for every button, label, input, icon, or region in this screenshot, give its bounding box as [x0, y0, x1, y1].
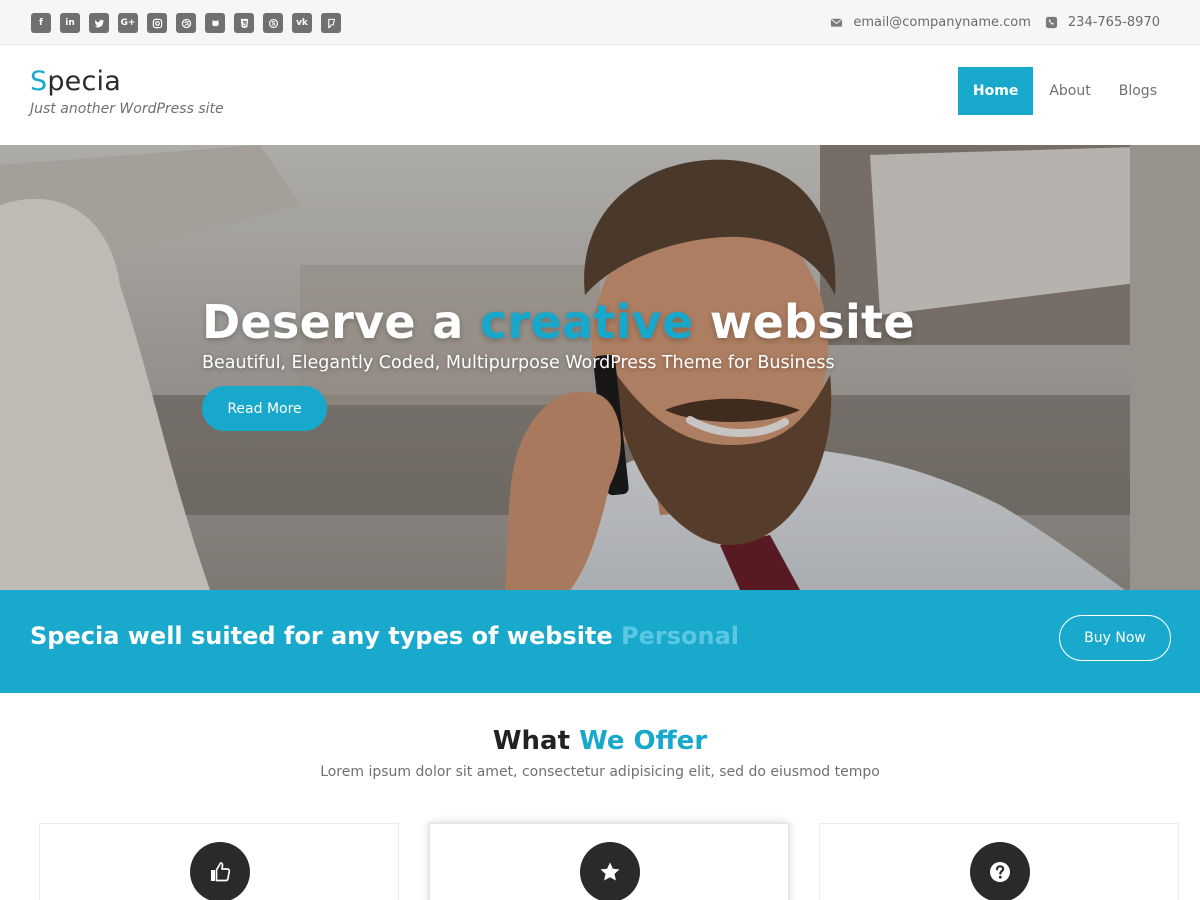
envelope-icon [831, 18, 843, 27]
email-text: email@companyname.com [853, 15, 1031, 30]
twitter-icon[interactable] [89, 13, 109, 33]
cta-text-highlight: Personal [621, 622, 740, 650]
hero-title-highlight: creative [479, 295, 694, 349]
linkedin-icon[interactable]: in [60, 13, 80, 33]
phone-contact[interactable]: 234-765-8970 [1045, 15, 1160, 30]
service-card[interactable] [39, 823, 399, 900]
nav-about[interactable]: About [1035, 67, 1104, 115]
vk-icon[interactable]: vk [292, 13, 312, 33]
site-tagline: Just another WordPress site [30, 101, 224, 117]
social-links: f in G+ S vk [31, 13, 341, 33]
phone-text: 234-765-8970 [1067, 15, 1160, 30]
svg-text:S: S [271, 20, 275, 27]
top-bar: f in G+ S vk email@companyname.com 234-7… [0, 0, 1200, 45]
skype-icon[interactable]: S [263, 13, 283, 33]
foursquare-icon[interactable] [321, 13, 341, 33]
nav-home[interactable]: Home [957, 67, 1034, 115]
call-to-action: Specia well suited for any types of webs… [0, 590, 1200, 693]
cta-text-main: Specia well suited for any types of webs… [30, 622, 622, 650]
google-plus-icon[interactable]: G+ [118, 13, 138, 33]
hero-title-after: website [693, 295, 915, 349]
main-nav: Home About Blogs [957, 67, 1171, 115]
dribbble-icon[interactable] [176, 13, 196, 33]
logo-rest: pecia [47, 66, 121, 97]
contact-info: email@companyname.com 234-765-8970 [830, 0, 1160, 45]
section-title-before: What [492, 726, 580, 756]
cta-text: Specia well suited for any types of webs… [30, 622, 739, 650]
phone-icon [1045, 16, 1057, 29]
section-title: What We Offer [0, 726, 1200, 756]
nav-blogs[interactable]: Blogs [1105, 67, 1171, 115]
question-icon [970, 842, 1030, 900]
email-contact[interactable]: email@companyname.com [830, 15, 1031, 30]
github-icon[interactable] [205, 13, 225, 33]
hero-title-before: Deserve a [202, 295, 480, 349]
service-card[interactable] [429, 823, 789, 900]
site-logo[interactable]: Specia [30, 66, 121, 97]
logo-first-letter: S [30, 66, 48, 97]
html5-icon[interactable] [234, 13, 254, 33]
service-card[interactable] [819, 823, 1179, 900]
buy-now-button[interactable]: Buy Now [1059, 615, 1171, 661]
facebook-icon[interactable]: f [31, 13, 51, 33]
section-subtitle: Lorem ipsum dolor sit amet, consectetur … [320, 764, 880, 780]
instagram-icon[interactable] [147, 13, 167, 33]
hero-title: Deserve a creative website [202, 295, 915, 349]
hero-subtitle: Beautiful, Elegantly Coded, Multipurpose… [202, 353, 835, 373]
read-more-button[interactable]: Read More [202, 386, 327, 431]
section-title-highlight: We Offer [579, 726, 708, 756]
hero-slider: Deserve a creative website Beautiful, El… [0, 145, 1200, 590]
star-icon [580, 842, 640, 900]
thumbs-up-icon [190, 842, 250, 900]
site-header: Specia Just another WordPress site Home … [0, 45, 1200, 145]
